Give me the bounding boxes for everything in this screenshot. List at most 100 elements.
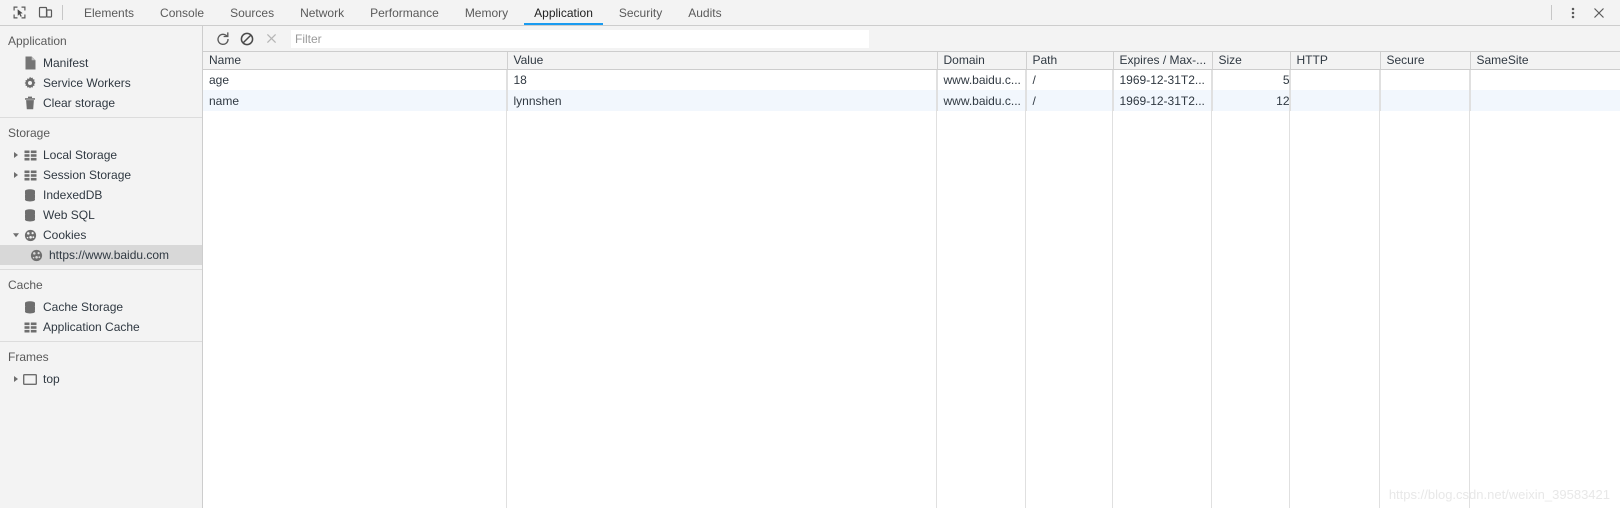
cookies-table-header: Name Value Domain Path Expires / Max-...… <box>203 52 1620 70</box>
cell-http[interactable] <box>1290 90 1381 111</box>
cell-samesite[interactable] <box>1470 69 1620 90</box>
column-header-path[interactable]: Path <box>1026 52 1114 70</box>
chevron-right-icon[interactable] <box>10 151 22 159</box>
sidebar-item-cookies[interactable]: Cookies <box>0 225 202 245</box>
sidebar-item-service-workers[interactable]: Service Workers <box>0 73 202 93</box>
cell-size[interactable]: 12 <box>1212 90 1291 111</box>
table-row[interactable]: name lynnshen www.baidu.c... / 1969-12-3… <box>203 90 1620 111</box>
column-header-http[interactable]: HTTP <box>1290 52 1381 70</box>
cell-expires[interactable]: 1969-12-31T2... <box>1113 90 1213 111</box>
tab-audits[interactable]: Audits <box>675 0 734 25</box>
column-guide-lines <box>203 70 1620 508</box>
tab-elements[interactable]: Elements <box>71 0 147 25</box>
cell-value[interactable]: lynnshen <box>507 90 938 111</box>
tab-application[interactable]: Application <box>521 0 606 25</box>
tab-sources[interactable]: Sources <box>217 0 287 25</box>
sidebar-item-session-storage[interactable]: Session Storage <box>0 165 202 185</box>
sidebar-section-application-title: Application <box>8 34 67 48</box>
sidebar-item-cookie-origin[interactable]: https://www.baidu.com <box>0 245 202 265</box>
tab-label: Network <box>300 5 345 20</box>
chevron-down-icon[interactable] <box>10 231 22 239</box>
column-header-domain[interactable]: Domain <box>937 52 1027 70</box>
cell-path[interactable]: / <box>1026 90 1114 111</box>
column-header-value[interactable]: Value <box>507 52 938 70</box>
sidebar-item-indexeddb[interactable]: IndexedDB <box>0 185 202 205</box>
table-grid-icon <box>22 167 38 183</box>
filter-input[interactable] <box>291 29 869 48</box>
tab-label: Performance <box>370 5 439 20</box>
sidebar-item-label: IndexedDB <box>43 188 103 202</box>
sidebar-item-label: Cookies <box>43 228 87 242</box>
sidebar-item-cache-storage[interactable]: Cache Storage <box>0 297 202 317</box>
sidebar-item-label: https://www.baidu.com <box>49 248 170 262</box>
trash-icon <box>22 95 38 111</box>
cookie-icon <box>28 247 44 263</box>
database-icon <box>22 299 38 315</box>
sidebar-item-label: Local Storage <box>43 148 118 162</box>
tab-console[interactable]: Console <box>147 0 217 25</box>
cookies-table-body: age 18 www.baidu.c... / 1969-12-31T2... … <box>203 69 1620 111</box>
column-header-size[interactable]: Size <box>1212 52 1291 70</box>
sidebar-item-frame-top[interactable]: top <box>0 369 202 389</box>
cell-path[interactable]: / <box>1026 69 1114 90</box>
table-grid-icon <box>22 319 38 335</box>
database-icon <box>22 207 38 223</box>
tab-memory[interactable]: Memory <box>452 0 521 25</box>
tab-label: Elements <box>84 5 135 20</box>
table-row[interactable]: age 18 www.baidu.c... / 1969-12-31T2... … <box>203 69 1620 90</box>
refresh-icon[interactable] <box>211 28 235 50</box>
cell-http[interactable] <box>1290 69 1381 90</box>
sidebar-section-storage-title: Storage <box>8 126 51 140</box>
column-header-expires[interactable]: Expires / Max-... <box>1113 52 1213 70</box>
tab-label: Security <box>618 5 663 20</box>
sidebar-item-label: Clear storage <box>43 96 116 110</box>
sidebar-item-label: Application Cache <box>43 320 140 334</box>
cell-name[interactable]: name <box>203 90 508 111</box>
clear-all-cookies-icon[interactable] <box>235 28 259 50</box>
column-header-secure[interactable]: Secure <box>1380 52 1471 70</box>
sidebar-item-local-storage[interactable]: Local Storage <box>0 145 202 165</box>
devtools-tab-bar: Elements Console Sources Network Perform… <box>0 0 1620 26</box>
cell-samesite[interactable] <box>1470 90 1620 111</box>
column-header-samesite[interactable]: SameSite <box>1470 52 1620 70</box>
sidebar-item-web-sql[interactable]: Web SQL <box>0 205 202 225</box>
sidebar-item-label: top <box>43 372 60 386</box>
tab-security[interactable]: Security <box>606 0 675 25</box>
cell-value[interactable]: 18 <box>507 69 938 90</box>
column-header-name[interactable]: Name <box>203 52 508 70</box>
application-sidebar: Application Manifest Service Workers Cle… <box>0 26 203 508</box>
chevron-right-icon[interactable] <box>10 375 22 383</box>
cookies-panel: Name Value Domain Path Expires / Max-...… <box>203 26 1620 508</box>
sidebar-item-application-cache[interactable]: Application Cache <box>0 317 202 337</box>
cell-expires[interactable]: 1969-12-31T2... <box>1113 69 1213 90</box>
cell-domain[interactable]: www.baidu.c... <box>937 69 1027 90</box>
toolbar-divider <box>62 5 63 20</box>
delete-selected-cookie-icon[interactable] <box>259 28 283 50</box>
database-icon <box>22 187 38 203</box>
cookies-table: Name Value Domain Path Expires / Max-...… <box>203 52 1620 111</box>
more-options-icon[interactable] <box>1560 1 1586 25</box>
tab-label: Memory <box>464 5 509 20</box>
chevron-right-icon[interactable] <box>10 171 22 179</box>
cell-domain[interactable]: www.baidu.c... <box>937 90 1027 111</box>
cell-secure[interactable] <box>1380 90 1471 111</box>
close-icon[interactable] <box>1586 1 1612 25</box>
tab-network[interactable]: Network <box>287 0 357 25</box>
cell-name[interactable]: age <box>203 69 508 90</box>
manifest-file-icon <box>22 55 38 71</box>
panel-tab-list: Elements Console Sources Network Perform… <box>71 0 1543 25</box>
sidebar-item-label: Session Storage <box>43 168 132 182</box>
devtools-left-icons <box>0 0 71 25</box>
cell-size[interactable]: 5 <box>1212 69 1291 90</box>
devtools-body: Application Manifest Service Workers Cle… <box>0 26 1620 508</box>
sidebar-item-manifest[interactable]: Manifest <box>0 53 202 73</box>
tab-performance[interactable]: Performance <box>357 0 452 25</box>
sidebar-section-frames-title: Frames <box>8 350 49 364</box>
device-toolbar-icon[interactable] <box>32 1 58 25</box>
tab-label: Sources <box>230 5 275 20</box>
sidebar-item-label: Web SQL <box>43 208 95 222</box>
cell-secure[interactable] <box>1380 69 1471 90</box>
inspect-element-icon[interactable] <box>6 1 32 25</box>
sidebar-item-clear-storage[interactable]: Clear storage <box>0 93 202 113</box>
table-header-row: Name Value Domain Path Expires / Max-...… <box>203 52 1620 70</box>
